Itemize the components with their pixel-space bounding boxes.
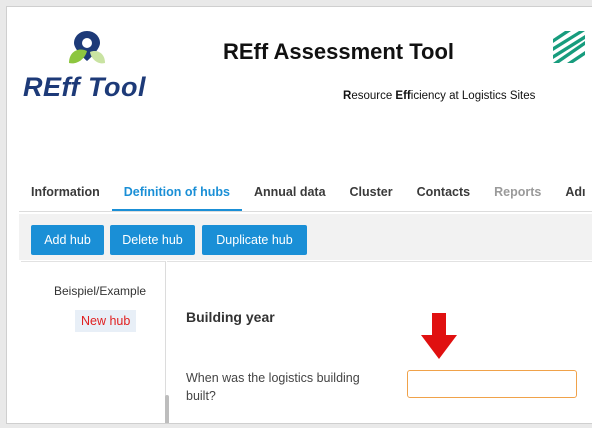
- location-pin-leaf-icon: [69, 31, 105, 64]
- main-tabs: Information Definition of hubs Annual da…: [19, 175, 592, 212]
- duplicate-hub-button[interactable]: Duplicate hub: [202, 225, 307, 255]
- tab-reports[interactable]: Reports: [482, 175, 553, 211]
- add-hub-button[interactable]: Add hub: [31, 225, 104, 255]
- building-year-question: When was the logistics building built?: [186, 371, 360, 403]
- tab-contacts[interactable]: Contacts: [405, 175, 482, 211]
- app-window: REff Tool REff Assessment Tool Resource …: [6, 6, 592, 424]
- partner-logo-icon: [551, 31, 587, 65]
- page-title: REff Assessment Tool: [223, 39, 455, 64]
- page-subtitle: Resource Efficiency at Logistics Sites: [343, 90, 536, 102]
- delete-hub-button[interactable]: Delete hub: [110, 225, 195, 255]
- down-arrow-icon: [421, 313, 457, 359]
- hub-toolbar: Add hub Delete hub Duplicate hub: [19, 214, 592, 260]
- hub-form: Building year When was the logistics bui…: [167, 261, 592, 423]
- building-year-input[interactable]: [407, 370, 577, 398]
- hub-list-item-example[interactable]: Beispiel/Example: [54, 284, 146, 298]
- tab-definition-of-hubs[interactable]: Definition of hubs: [111, 175, 242, 211]
- hub-list-item-new-hub[interactable]: New hub: [75, 310, 137, 332]
- hub-list: Beispiel/Example New hub: [21, 261, 166, 423]
- tab-cluster[interactable]: Cluster: [338, 175, 405, 211]
- section-title: Building year: [186, 309, 275, 325]
- tab-annual-data[interactable]: Annual data: [242, 175, 338, 211]
- tab-admin[interactable]: Adı: [553, 175, 592, 211]
- reff-logo: REff Tool: [21, 27, 151, 112]
- tab-information[interactable]: Information: [19, 175, 112, 211]
- logo-text: REff Tool: [23, 72, 146, 102]
